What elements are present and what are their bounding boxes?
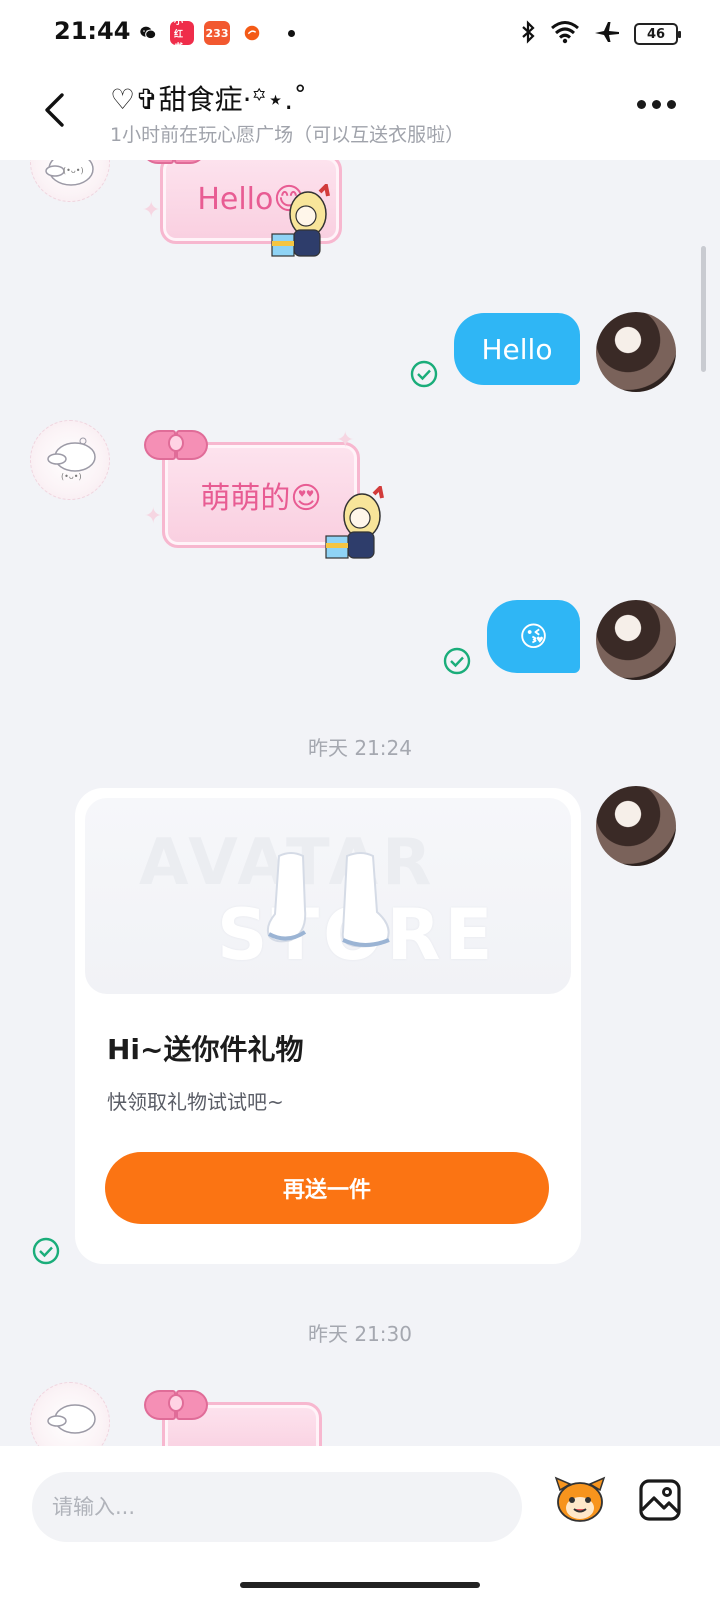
- chat-messages[interactable]: (•ᴗ•) Hello😋 ✦ Hello (•ᴗ•) 萌萌的😍 ✦ ✦ 😘 昨天…: [0, 160, 720, 1446]
- status-app-icons: 小红书 233: [136, 17, 295, 53]
- read-check-icon: [443, 647, 471, 675]
- sparkle-icon: ✦: [144, 504, 163, 529]
- contact-status: 1小时前在玩心愿广场（可以互送衣服啦）: [110, 124, 465, 146]
- contact-avatar[interactable]: (•ᴗ•): [30, 420, 110, 500]
- battery-indicator: 46: [634, 23, 681, 45]
- more-dot-icon: [652, 100, 661, 109]
- more-options-button[interactable]: [637, 100, 676, 109]
- svg-text:(•ᴗ•): (•ᴗ•): [61, 472, 82, 481]
- my-avatar[interactable]: [596, 312, 676, 392]
- sticker-message[interactable]: 萌萌的😍 ✦ ✦: [140, 422, 400, 572]
- app-233-icon: 233: [204, 21, 230, 45]
- white-boots-icon: [266, 852, 390, 948]
- anime-girl-sticker-icon: [325, 486, 384, 559]
- gift-subtitle: 快领取礼物试试吧~: [107, 1090, 284, 1114]
- sparkle-icon: ✦: [142, 198, 161, 223]
- gift-card-message[interactable]: AVATAR STORE Hi~送你件礼物 快领取礼物试试吧~ 再送一件: [75, 788, 581, 1264]
- sticker-button[interactable]: [554, 1476, 606, 1524]
- taobao-icon: [240, 21, 264, 45]
- anime-girl-sticker-icon: [271, 184, 330, 257]
- pink-bow-icon: [142, 160, 206, 166]
- contact-avatar[interactable]: (•ᴗ•): [30, 160, 110, 202]
- bluetooth-icon: [520, 20, 536, 48]
- message-timestamp: 昨天 21:24: [308, 736, 412, 760]
- wechat-icon: [136, 21, 160, 45]
- send-image-button[interactable]: [638, 1478, 682, 1522]
- contact-avatar[interactable]: [30, 1382, 110, 1446]
- more-dot-icon: [667, 100, 676, 109]
- sticker-message[interactable]: Hello😋 ✦: [140, 160, 380, 280]
- message-text: Hello: [481, 332, 553, 366]
- notification-dot-icon: [288, 29, 295, 37]
- bunny-icon: [47, 1404, 96, 1434]
- sticker-text: 萌萌的😍: [200, 481, 322, 516]
- chat-header: ♡✞甜食症·꙳⋆.˚ 1小时前在玩心愿广场（可以互送衣服啦）: [0, 64, 720, 160]
- gift-image[interactable]: AVATAR STORE: [85, 798, 571, 994]
- message-text: 😘: [518, 620, 549, 653]
- contact-name: ♡✞甜食症·꙳⋆.˚: [110, 83, 308, 116]
- message-input[interactable]: [32, 1472, 522, 1542]
- message-timestamp: 昨天 21:30: [308, 1322, 412, 1346]
- status-system-icons: 46: [520, 20, 681, 48]
- sparkle-icon: ✦: [336, 428, 355, 453]
- status-time: 21:44: [54, 17, 131, 45]
- send-another-gift-button[interactable]: 再送一件: [105, 1152, 549, 1224]
- pink-bow-icon: [144, 426, 208, 462]
- mascot-emoji-icon: [554, 1476, 606, 1522]
- image-icon: [639, 1479, 681, 1521]
- bunny-icon: (•ᴗ•): [45, 160, 94, 186]
- back-button[interactable]: [36, 90, 72, 130]
- read-check-icon: [32, 1237, 60, 1265]
- sticker-message[interactable]: [140, 1382, 340, 1446]
- scrollbar[interactable]: [701, 246, 706, 372]
- wifi-icon: [550, 20, 580, 48]
- xiaohongshu-icon: 小红书: [170, 17, 194, 53]
- my-avatar[interactable]: [596, 786, 676, 866]
- status-bar: 21:44 小红书 233 46: [0, 0, 720, 64]
- pink-bow-icon: [144, 1386, 208, 1422]
- gift-title: Hi~送你件礼物: [107, 1033, 304, 1066]
- message-bubble-outgoing[interactable]: 😘: [487, 600, 580, 673]
- chevron-left-icon: [45, 93, 64, 127]
- bunny-icon: (•ᴗ•): [47, 437, 96, 481]
- message-bubble-outgoing[interactable]: Hello: [454, 313, 580, 385]
- more-dot-icon: [637, 100, 646, 109]
- airplane-mode-icon: [594, 20, 620, 48]
- read-check-icon: [410, 360, 438, 388]
- my-avatar[interactable]: [596, 600, 676, 680]
- home-indicator[interactable]: [240, 1582, 480, 1588]
- svg-text:(•ᴗ•): (•ᴗ•): [63, 166, 84, 175]
- message-input-bar: [0, 1446, 720, 1600]
